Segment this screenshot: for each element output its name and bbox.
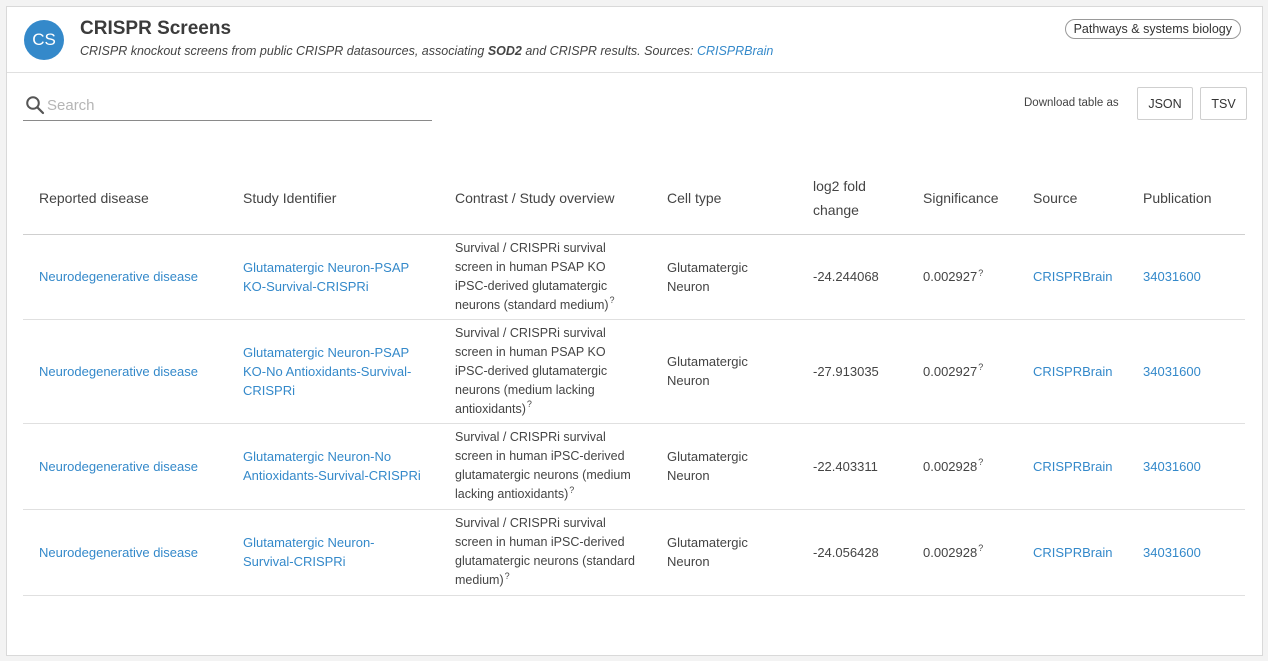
cell-type-cell: Glutamatergic Neuron [651,234,797,320]
source-link[interactable]: CRISPRBrain [1033,545,1112,560]
column-header-publication[interactable]: Publication [1127,162,1245,235]
subtitle-text-2: and CRISPR results. Sources: [521,44,697,58]
table-row: Neurodegenerative disease Glutamatergic … [23,423,1245,510]
help-icon[interactable]: ? [978,362,983,372]
table-header-row: Reported disease Study Identifier Contra… [23,162,1245,235]
download-json-button[interactable]: JSON [1137,87,1193,120]
help-icon[interactable]: ? [527,399,532,409]
table-row: Neurodegenerative disease Glutamatergic … [23,509,1245,596]
column-header-source[interactable]: Source [1017,162,1127,235]
crispr-screens-widget: CS CRISPR Screens CRISPR knockout screen… [6,6,1263,656]
contrast-cell: Survival / CRISPRi survival screen in hu… [439,319,651,424]
table-row: Neurodegenerative disease Glutamatergic … [23,234,1245,320]
table-row: Neurodegenerative disease Glutamatergic … [23,319,1245,424]
cell-type-cell: Glutamatergic Neuron [651,509,797,596]
crispr-results-table: Reported disease Study Identifier Contra… [23,162,1245,596]
significance-value: 0.002927 [923,269,978,284]
help-icon[interactable]: ? [978,457,983,467]
disease-link[interactable]: Neurodegenerative disease [39,364,198,379]
widget-header: CS CRISPR Screens CRISPR knockout screen… [7,7,1262,73]
significance-value: 0.002928 [923,458,978,474]
search-icon [26,96,45,115]
contrast-cell: Survival / CRISPRi survival screen in hu… [439,423,651,510]
significance-value: 0.002928 [923,544,978,560]
disease-link[interactable]: Neurodegenerative disease [39,545,198,560]
column-header-fold-change[interactable]: log2 fold change [797,162,907,235]
publication-link[interactable]: 34031600 [1143,459,1201,474]
study-link[interactable]: Glutamatergic Neuron-No Antioxidants-Sur… [243,449,421,483]
disease-link[interactable]: Neurodegenerative disease [39,269,198,284]
study-link[interactable]: Glutamatergic Neuron-PSAP KO-No Antioxid… [243,345,411,398]
contrast-text: Survival / CRISPRi survival screen in hu… [455,240,609,312]
fold-change-cell: -24.244068 [797,234,907,320]
disease-link[interactable]: Neurodegenerative disease [39,459,198,474]
contrast-text: Survival / CRISPRi survival screen in hu… [455,430,631,501]
source-link[interactable]: CRISPRBrain [1033,364,1112,379]
source-link[interactable]: CRISPRBrain [1033,459,1112,474]
category-chip[interactable]: Pathways & systems biology [1064,19,1241,39]
contrast-text: Survival / CRISPRi survival screen in hu… [455,516,635,587]
column-header-cell-type[interactable]: Cell type [651,162,797,235]
column-header-study[interactable]: Study Identifier [227,162,439,235]
column-header-contrast[interactable]: Contrast / Study overview [439,162,651,235]
column-header-disease[interactable]: Reported disease [23,162,227,235]
help-icon[interactable]: ? [610,295,615,305]
subtitle-text: CRISPR knockout screens from public CRIS… [80,44,488,58]
widget-subtitle: CRISPR knockout screens from public CRIS… [80,44,773,58]
cell-type-cell: Glutamatergic Neuron [651,423,797,510]
contrast-cell: Survival / CRISPRi survival screen in hu… [439,509,651,596]
subtitle-gene: SOD2 [487,44,522,58]
contrast-cell: Survival / CRISPRi survival screen in hu… [439,234,651,320]
widget-avatar: CS [24,20,64,60]
significance-cell: 0.002928? [907,423,1017,510]
publication-link[interactable]: 34031600 [1143,364,1201,379]
download-tsv-button[interactable]: TSV [1200,87,1247,120]
search-box [23,91,432,121]
source-link[interactable]: CRISPRBrain [1033,269,1112,284]
study-link[interactable]: Glutamatergic Neuron-PSAP KO-Survival-CR… [243,260,409,294]
fold-change-cell: -27.913035 [797,319,907,424]
significance-cell: 0.002927? [907,319,1017,424]
help-icon[interactable]: ? [978,543,983,553]
download-label: Download table as [1024,97,1119,109]
widget-title: CRISPR Screens [80,18,232,39]
help-icon[interactable]: ? [505,571,510,581]
help-icon[interactable]: ? [569,485,574,495]
significance-cell: 0.002928? [907,509,1017,596]
fold-change-cell: -24.056428 [797,509,907,596]
cell-type-cell: Glutamatergic Neuron [651,319,797,424]
publication-link[interactable]: 34031600 [1143,269,1201,284]
help-icon[interactable]: ? [978,268,983,278]
significance-value: 0.002927 [923,363,978,379]
fold-change-cell: -22.403311 [797,423,907,510]
subtitle-source-link[interactable]: CRISPRBrain [697,44,773,58]
publication-link[interactable]: 34031600 [1143,545,1201,560]
column-header-significance[interactable]: Significance [907,162,1017,235]
search-input[interactable] [47,93,427,117]
study-link[interactable]: Glutamatergic Neuron-Survival-CRISPRi [243,535,375,569]
significance-cell: 0.002927? [907,234,1017,320]
